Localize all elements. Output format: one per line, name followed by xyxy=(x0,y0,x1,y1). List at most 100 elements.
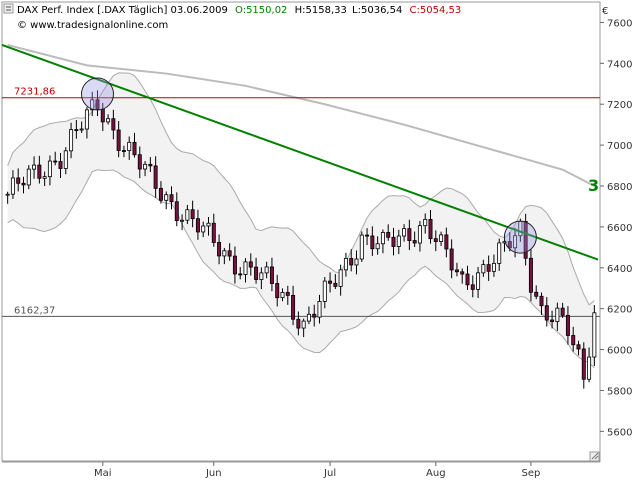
candle-up xyxy=(338,269,343,287)
candle-up xyxy=(497,242,502,264)
candle-down xyxy=(312,313,317,318)
candle-down xyxy=(132,141,137,156)
chart-menu-icon[interactable] xyxy=(3,3,14,14)
candle-down xyxy=(217,242,222,257)
candle-up xyxy=(491,262,496,272)
candle-down xyxy=(158,187,163,201)
y-tick-label: 6400 xyxy=(607,264,632,275)
x-tick-label: Sep xyxy=(521,468,540,479)
candle-down xyxy=(349,258,354,266)
corner-resize-icon[interactable] xyxy=(589,451,600,462)
candle-down xyxy=(444,234,449,250)
candle-down xyxy=(100,108,105,123)
x-tick-label: Mai xyxy=(94,468,112,479)
candle-up xyxy=(423,218,428,227)
candle-down xyxy=(449,248,454,271)
trend-line-label: 3 xyxy=(588,176,599,195)
y-tick-label: 7600 xyxy=(607,18,632,29)
y-tick-label: 5800 xyxy=(607,386,632,397)
candle-down xyxy=(550,319,555,323)
candle-up xyxy=(555,307,560,323)
candle-down xyxy=(433,238,438,242)
x-tick-label: Jul xyxy=(323,468,336,479)
candle-down xyxy=(58,161,63,169)
candle-down xyxy=(269,266,274,284)
candle-down xyxy=(275,283,280,299)
candle-up xyxy=(317,301,322,318)
candle-up xyxy=(26,168,31,186)
candle-down xyxy=(470,284,475,290)
candle-down xyxy=(174,201,179,221)
candle-up xyxy=(375,243,380,250)
candle-up xyxy=(180,219,185,222)
candle-down xyxy=(544,305,549,321)
level-label: 7231,86 xyxy=(14,87,55,98)
candle-down xyxy=(16,177,21,184)
candle-down xyxy=(190,209,195,220)
candle-down xyxy=(254,266,259,280)
candle-down xyxy=(333,282,338,287)
chart-header: DAX Perf. Index [.DAX Täglich] 03.06.200… xyxy=(17,5,461,16)
candle-down xyxy=(148,163,153,167)
candle-up xyxy=(47,160,52,178)
candle-down xyxy=(460,271,465,275)
candle-up xyxy=(127,141,132,151)
candle-down xyxy=(153,165,158,189)
candle-down xyxy=(428,218,433,240)
candle-up xyxy=(476,272,481,290)
chart-menu-box[interactable] xyxy=(3,3,14,14)
open-value: O:5150,02 xyxy=(235,5,287,16)
highlight-circle xyxy=(81,77,114,111)
candle-down xyxy=(581,348,586,380)
candle-up xyxy=(63,150,68,169)
copyright-notice: © www.tradesignalonline.com xyxy=(17,20,168,31)
candle-up xyxy=(222,250,227,257)
candle-down xyxy=(121,150,126,152)
candle-down xyxy=(534,291,539,297)
candle-down xyxy=(291,294,296,320)
candle-down xyxy=(211,222,216,243)
candle-up xyxy=(396,235,401,247)
candle-down xyxy=(386,232,391,238)
candle-up xyxy=(439,234,444,242)
candle-down xyxy=(111,118,116,131)
candle-up xyxy=(79,128,84,131)
candle-up xyxy=(5,193,10,196)
candle-down xyxy=(407,228,412,241)
candle-down xyxy=(169,194,174,203)
candle-up xyxy=(42,176,47,179)
candle-down xyxy=(370,235,375,250)
candle-up xyxy=(201,225,206,233)
candle-up xyxy=(322,280,327,302)
candle-down xyxy=(465,273,470,286)
candle-down xyxy=(238,273,243,276)
candle-down xyxy=(539,295,544,307)
candle-down xyxy=(227,250,232,257)
y-tick-label: 5600 xyxy=(607,427,632,438)
candle-down xyxy=(285,292,290,296)
currency-symbol: € xyxy=(602,6,608,17)
candle-down xyxy=(137,154,142,170)
candle-down xyxy=(412,240,417,244)
candle-down xyxy=(53,160,58,163)
candle-up xyxy=(280,292,285,299)
candle-down xyxy=(576,344,581,350)
candle-down xyxy=(37,164,42,179)
candle-up xyxy=(380,232,385,245)
candle-down xyxy=(232,255,237,275)
candle-up xyxy=(359,234,364,260)
candle-up xyxy=(84,109,89,130)
candle-down xyxy=(486,264,491,272)
candle-down xyxy=(528,257,533,293)
candle-up xyxy=(69,129,74,152)
high-value: H:5158,33 xyxy=(295,5,347,16)
candle-down xyxy=(391,236,396,247)
candle xyxy=(592,305,597,367)
candle-up xyxy=(143,163,148,170)
candle-up xyxy=(354,258,359,266)
candle-down xyxy=(74,129,79,132)
low-value: L:5036,54 xyxy=(352,5,402,16)
chart-title: DAX Perf. Index [.DAX Täglich] 03.06.200… xyxy=(17,5,228,16)
candle-up xyxy=(417,225,422,244)
candle-down xyxy=(565,314,570,336)
